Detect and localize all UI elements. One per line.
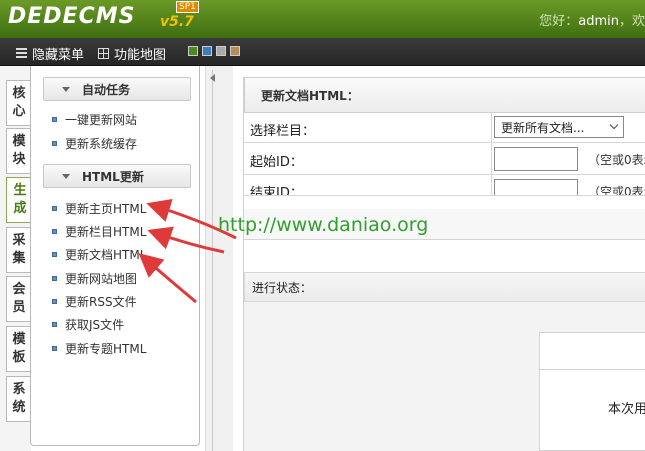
menu-item-get-js[interactable]: 获取JS文件 (52, 316, 124, 333)
menu-item-update-topic-html[interactable]: 更新专题HTML (52, 340, 146, 357)
bullet-icon (52, 346, 57, 351)
tab-system[interactable]: 系统 (6, 376, 31, 422)
chevron-down-icon (62, 173, 70, 179)
tab-generate[interactable]: 生成 (6, 177, 33, 223)
start-id-label: 起始ID： (250, 155, 303, 170)
menu-group-auto-tasks[interactable]: 自动任务 (43, 77, 191, 101)
welcome-text: 您好：admin，欢 (539, 14, 645, 29)
form-row-end-id: 结束ID： （空或0表示 (244, 175, 645, 196)
status-text: 本次用 (608, 402, 645, 417)
tab-collect[interactable]: 采集 (6, 227, 31, 273)
menu-icon (16, 48, 27, 59)
bullet-icon (52, 141, 57, 146)
side-menu: 自动任务 一键更新网站 更新系统缓存 HTML更新 更新主页HTML 更新栏目H… (30, 66, 200, 446)
menu-group-html-update[interactable]: HTML更新 (43, 164, 191, 188)
chevron-down-icon (609, 120, 619, 130)
toolbar: 隐藏菜单 功能地图 (0, 38, 645, 66)
version-label: v5.7 (160, 14, 194, 30)
column-select[interactable]: 更新所有文档... (494, 116, 624, 138)
bullet-icon (52, 322, 57, 327)
bullet-icon (52, 299, 57, 304)
tab-core[interactable]: 核心 (6, 80, 31, 126)
end-id-input[interactable] (494, 179, 578, 195)
status-bar: 进行状态： (244, 272, 645, 302)
chevron-down-icon (62, 86, 70, 92)
username[interactable]: admin (578, 14, 619, 29)
tab-template[interactable]: 模板 (6, 326, 31, 372)
menu-item-update-cache[interactable]: 更新系统缓存 (52, 135, 137, 152)
status-box (539, 332, 645, 451)
site-map-button[interactable]: 功能地图 (98, 44, 166, 63)
version-badge: SP1 (176, 1, 199, 13)
collapse-left-icon[interactable] (210, 74, 215, 82)
skin-green[interactable] (188, 46, 198, 56)
bullet-icon (52, 276, 57, 281)
splitter-line (212, 70, 213, 451)
end-id-hint: （空或0表示 (588, 185, 645, 196)
status-area: 本次用 (244, 302, 645, 451)
bullet-icon (52, 206, 57, 211)
menu-item-update-sitemap[interactable]: 更新网站地图 (52, 270, 137, 287)
menu-item-update-column-html[interactable]: 更新栏目HTML (52, 223, 146, 240)
bullet-icon (52, 229, 57, 234)
menu-item-one-click-update[interactable]: 一键更新网站 (52, 111, 137, 128)
bullet-icon (52, 117, 57, 122)
module-tabs: 核心 模块 生成 采集 会员 模板 系统 (0, 66, 33, 451)
frame-splitter[interactable] (205, 66, 233, 451)
end-id-label: 结束ID： (250, 186, 303, 196)
tab-member[interactable]: 会员 (6, 276, 31, 322)
menu-item-update-home-html[interactable]: 更新主页HTML (52, 200, 146, 217)
tab-module[interactable]: 模块 (6, 128, 31, 174)
form-title: 更新文档HTML： (244, 77, 645, 113)
form-row-column: 选择栏目： 更新所有文档... (244, 113, 645, 143)
hide-menu-button[interactable]: 隐藏菜单 (16, 44, 84, 63)
main-content: 更新文档HTML： 选择栏目： 更新所有文档... 起始ID： （空或0表示 结… (243, 77, 645, 451)
logo: DEDECMS (8, 4, 136, 29)
watermark-text: http://www.daniao.org (218, 214, 429, 236)
menu-item-update-doc-html[interactable]: 更新文档HTML (52, 246, 146, 263)
start-id-hint: （空或0表示 (588, 153, 645, 167)
start-id-input[interactable] (494, 147, 578, 171)
skin-brown[interactable] (230, 46, 240, 56)
skin-blue[interactable] (202, 46, 212, 56)
form-row-start-id: 起始ID： （空或0表示 (244, 143, 645, 175)
skin-gray[interactable] (216, 46, 226, 56)
map-icon (98, 48, 109, 59)
select-column-label: 选择栏目： (250, 124, 316, 139)
top-header: DEDECMS v5.7 SP1 您好：admin，欢 (0, 0, 645, 38)
menu-item-update-rss[interactable]: 更新RSS文件 (52, 293, 137, 310)
bullet-icon (52, 252, 57, 257)
